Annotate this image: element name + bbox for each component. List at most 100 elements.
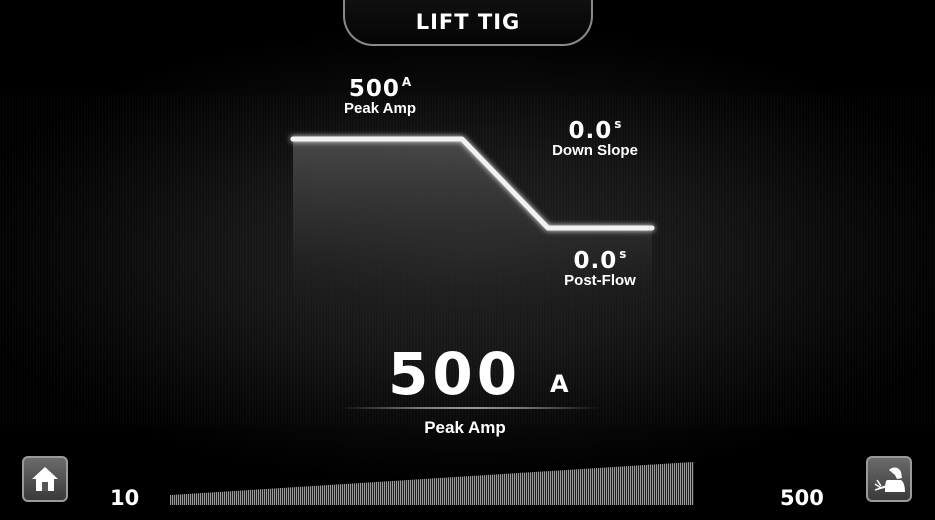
slider-tick <box>468 476 470 505</box>
slider-tick <box>454 477 456 505</box>
slider-tick <box>562 470 564 505</box>
slider-tick <box>228 491 230 505</box>
slider-tick <box>616 466 618 505</box>
slider-tick <box>186 493 188 505</box>
peak-amp-setting[interactable]: 500 A Peak Amp <box>320 75 440 117</box>
slider-tick <box>462 476 464 505</box>
slider-tick <box>608 467 610 505</box>
slider-tick <box>418 479 420 505</box>
slider-tick <box>230 491 232 505</box>
slider-tick <box>666 463 668 505</box>
slider-tick <box>522 472 524 505</box>
slider-tick <box>546 471 548 505</box>
slider-tick <box>498 474 500 505</box>
slider-tick <box>384 481 386 505</box>
main-readout-value: 500 <box>388 340 522 408</box>
slider-tick <box>690 462 692 505</box>
slider-tick <box>256 489 258 505</box>
peak-amp-label: Peak Amp <box>344 100 416 117</box>
slider-tick <box>568 469 570 505</box>
slider-tick <box>366 482 368 505</box>
slider-tick <box>330 484 332 505</box>
slider-tick <box>332 484 334 505</box>
post-flow-setting[interactable]: 0.0 s Post-Flow <box>540 247 660 289</box>
slider-tick <box>686 462 688 505</box>
down-slope-setting[interactable]: 0.0 s Down Slope <box>530 117 660 159</box>
slider-tick <box>378 481 380 505</box>
welder-button[interactable] <box>866 456 912 502</box>
slider-tick <box>674 463 676 505</box>
slider-tick <box>272 488 274 505</box>
slider-tick <box>684 462 686 505</box>
slider-tick <box>240 490 242 505</box>
slider-tick <box>508 473 510 505</box>
slider-tick <box>220 491 222 505</box>
slider-tick <box>494 474 496 505</box>
slider-tick <box>510 473 512 505</box>
slider-tick <box>222 491 224 505</box>
slider-tick <box>430 478 432 505</box>
slider-tick <box>218 491 220 505</box>
slider-tick <box>344 484 346 505</box>
slider-tick <box>448 477 450 505</box>
slider-tick <box>588 468 590 505</box>
slider-tick <box>664 463 666 505</box>
slider-tick <box>376 481 378 505</box>
home-button[interactable] <box>22 456 68 502</box>
slider-tick <box>542 471 544 505</box>
slider-tick <box>356 483 358 505</box>
slider-tick <box>298 486 300 505</box>
slider-tick <box>624 466 626 505</box>
slider-tick <box>516 473 518 505</box>
slider-tick <box>248 490 250 505</box>
slider-tick <box>314 485 316 505</box>
slider-tick <box>254 489 256 505</box>
slider-tick <box>530 472 532 505</box>
weld-profile-graph[interactable] <box>0 0 935 520</box>
slider-tick <box>450 477 452 505</box>
slider-tick <box>678 462 680 505</box>
slider-tick <box>612 467 614 505</box>
slider-tick <box>302 486 304 505</box>
slider-tick <box>174 494 176 505</box>
slider-tick <box>528 472 530 505</box>
slider-tick <box>458 476 460 505</box>
slider-tick <box>672 463 674 505</box>
slider-tick <box>442 477 444 505</box>
slider-tick <box>422 479 424 505</box>
slider-tick <box>236 490 238 505</box>
slider-tick <box>338 484 340 505</box>
amperage-slider[interactable] <box>170 460 694 505</box>
slider-tick <box>476 475 478 505</box>
weld-display: LIFT TIG 500A Peak Amp 0.0s Down Slope <box>0 0 935 520</box>
slider-tick <box>408 479 410 505</box>
slider-tick <box>622 466 624 505</box>
slider-tick <box>520 472 522 505</box>
slider-tick <box>268 488 270 505</box>
slider-tick <box>270 488 272 505</box>
slider-tick <box>592 468 594 505</box>
slider-tick <box>204 492 206 505</box>
slider-tick <box>274 488 276 505</box>
slider-tick <box>560 470 562 505</box>
slider-tick <box>198 493 200 505</box>
slider-tick <box>518 473 520 505</box>
slider-tick <box>246 490 248 505</box>
scale-max-label: 500 <box>780 486 824 510</box>
slider-tick <box>472 475 474 505</box>
slider-tick <box>336 484 338 505</box>
slider-tick <box>352 483 354 505</box>
slider-tick <box>226 491 228 505</box>
post-flow-unit: s <box>619 247 627 261</box>
slider-tick <box>172 494 174 505</box>
slider-tick <box>184 494 186 505</box>
slider-tick <box>260 489 262 505</box>
slider-tick <box>670 463 672 505</box>
slider-tick <box>484 475 486 505</box>
slider-tick <box>208 492 210 505</box>
slider-tick <box>308 486 310 505</box>
slider-tick <box>188 493 190 505</box>
slider-tick <box>636 465 638 505</box>
slider-tick <box>572 469 574 505</box>
slider-tick <box>556 470 558 505</box>
